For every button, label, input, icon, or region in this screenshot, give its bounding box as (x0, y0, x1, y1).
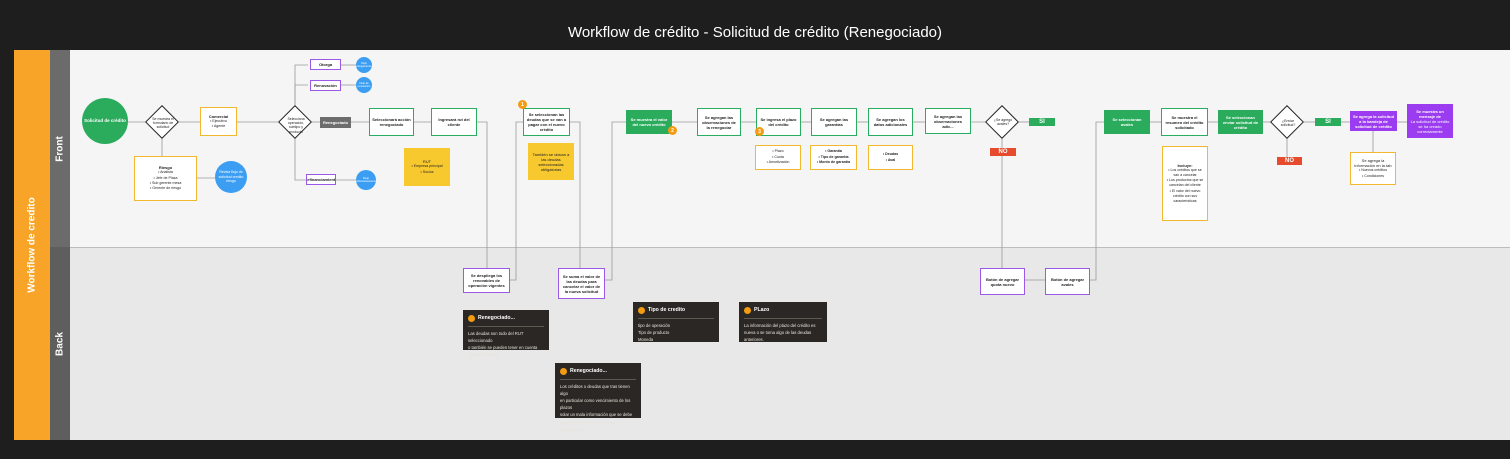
list-item: • El valor del nuevo crédito con sus car… (1169, 188, 1201, 203)
agregan-obs-adic[interactable]: Se agregan las observaciones adic... (925, 108, 971, 134)
note-dot-icon (468, 314, 475, 322)
riesgo-list: • Analista • Jefe de Plaza • Sub gerente m… (150, 170, 182, 192)
refinanciamiento-node[interactable]: Refinanciamiento (306, 174, 336, 185)
otorga-flow[interactable]: Flujo otorgamiento (356, 57, 372, 73)
list-item: • Agente (211, 124, 226, 128)
plazo-details: • Plazo • Cuota • Amortización (755, 145, 801, 170)
list-item: • Condiciones (1361, 173, 1385, 178)
marker-3-icon: 3 (755, 127, 764, 136)
riesgo-flow-node[interactable]: Revisa flujo de solicitud credito riesgo (215, 161, 247, 193)
suma-node[interactable]: Se suma el valor de las deudas para canc… (558, 268, 605, 299)
muestra-valor[interactable]: Se muestra el valor del nuevo crédito (626, 110, 672, 134)
selecciona-avales[interactable]: Se seleccionan avales (1104, 110, 1150, 134)
start-node[interactable]: Solicitud de crédito (82, 98, 128, 144)
list-item: • Aval (885, 157, 896, 162)
list-item: • Monto de garantía (816, 160, 851, 165)
boton-avales-node[interactable]: Botón de agregar avales (1045, 268, 1090, 295)
selecciona-deudas[interactable]: Se seleccionan las deudas que se van a p… (523, 108, 570, 136)
refinanciamiento-flow[interactable]: Flujo refinanciamiento (356, 170, 376, 190)
envia-solicitud[interactable]: Se seleccionan enviar solicitud de crédi… (1218, 110, 1263, 134)
agrega-solicitud[interactable]: Se agrega la solicitud a la bandeja de s… (1350, 111, 1397, 131)
muestra-resumen[interactable]: Se muestra el resumen del crédito solici… (1161, 108, 1208, 136)
incluye-details: Incluye: • Los créditos que se van a can… (1162, 146, 1208, 221)
rut-list: • Empresa principal • Socios (411, 164, 442, 175)
rut-note: RUT • Empresa principal • Socios (404, 148, 450, 186)
ingresa-rut[interactable]: Ingresará rut del cliente (431, 108, 477, 136)
selecciona-accion[interactable]: Seleccionará acción renegociado (369, 108, 414, 136)
decision-avales-label: ¿Se agregó avales? (993, 118, 1013, 127)
list-item: • Gerente de riesgo (149, 186, 182, 191)
list-item: • Los créditos que se van a cancelar (1168, 168, 1202, 178)
renovacion-node[interactable]: Renovación (310, 80, 341, 91)
garantias-details: • Garantía • Tipo de garantía • Monto de g… (810, 145, 857, 170)
list-item: • Deudas (882, 152, 899, 157)
renovacion-flow[interactable]: Flujo de renovacion (356, 77, 372, 93)
note-plazo: PLazo La información del plazo del crédi… (739, 302, 827, 342)
decision-enviar-label: ¿Enviar solicitud? (1280, 119, 1296, 128)
no-badge-1: NO (990, 148, 1016, 156)
decision-form-label: Se muestra el formulario de solicitud (152, 117, 174, 130)
final-message[interactable]: Se muestra un mensaje de La solicitud de… (1407, 104, 1453, 138)
marker-2-icon: 2 (668, 126, 677, 135)
note-renegociado-2: Renegociado... Los créditos o deudas que… (555, 363, 641, 432)
connectors (115, 64, 1407, 281)
otorga-node[interactable]: Otorga (310, 59, 341, 70)
note-tipo-credito: Tipo de credito tipo de operación Tipo d… (633, 302, 719, 342)
si-badge-2: SI (1315, 118, 1341, 126)
deudas-note: También se ubican a las deudas seleccion… (528, 143, 574, 180)
agrega-details: Se agrega la información en la tab • Nue… (1350, 152, 1396, 185)
si-badge-1: SI (1029, 118, 1055, 126)
marker-1-icon: 1 (518, 100, 527, 109)
renegociado-node[interactable]: Renegociado (320, 117, 351, 128)
agregan-obs[interactable]: Se agregan las observaciones de la reneg… (697, 108, 741, 136)
note-dot-icon (560, 367, 567, 375)
comercial-box[interactable]: Comercial • Ejecutivo • Agente (200, 107, 237, 136)
note-renegociado-1: Renegociado... Las deudas son todo del R… (463, 310, 549, 357)
list-item: • Los productos que se cancelan del clie… (1166, 178, 1204, 188)
no-badge-2: NO (1277, 157, 1302, 165)
despliega-node[interactable]: Se despliega los renovables de operación… (463, 268, 510, 293)
decision-operation-label: Selecciona operación, subtipo y producto (287, 117, 305, 134)
riesgo-box[interactable]: Riesgo • Analista • Jefe de Plaza • Sub ge… (134, 156, 197, 201)
note-dot-icon (638, 306, 645, 314)
list-item: • Amortización (766, 160, 790, 165)
list-item: • Empresa principal (411, 164, 443, 169)
list-item: • Socios (420, 169, 434, 174)
boton-quita-node[interactable]: Botón de agregar quota nuevo (980, 268, 1025, 295)
list-item: • Nuevos créditos (1358, 168, 1388, 173)
agregan-datos[interactable]: Se agregan los datos adicionales (868, 108, 913, 136)
comercial-list: • Ejecutivo • Agente (210, 119, 227, 130)
datos-details: • Deudas • Aval (868, 145, 913, 170)
agregan-garantias[interactable]: Se agregan las garantías (811, 108, 857, 136)
note-dot-icon (744, 306, 751, 314)
